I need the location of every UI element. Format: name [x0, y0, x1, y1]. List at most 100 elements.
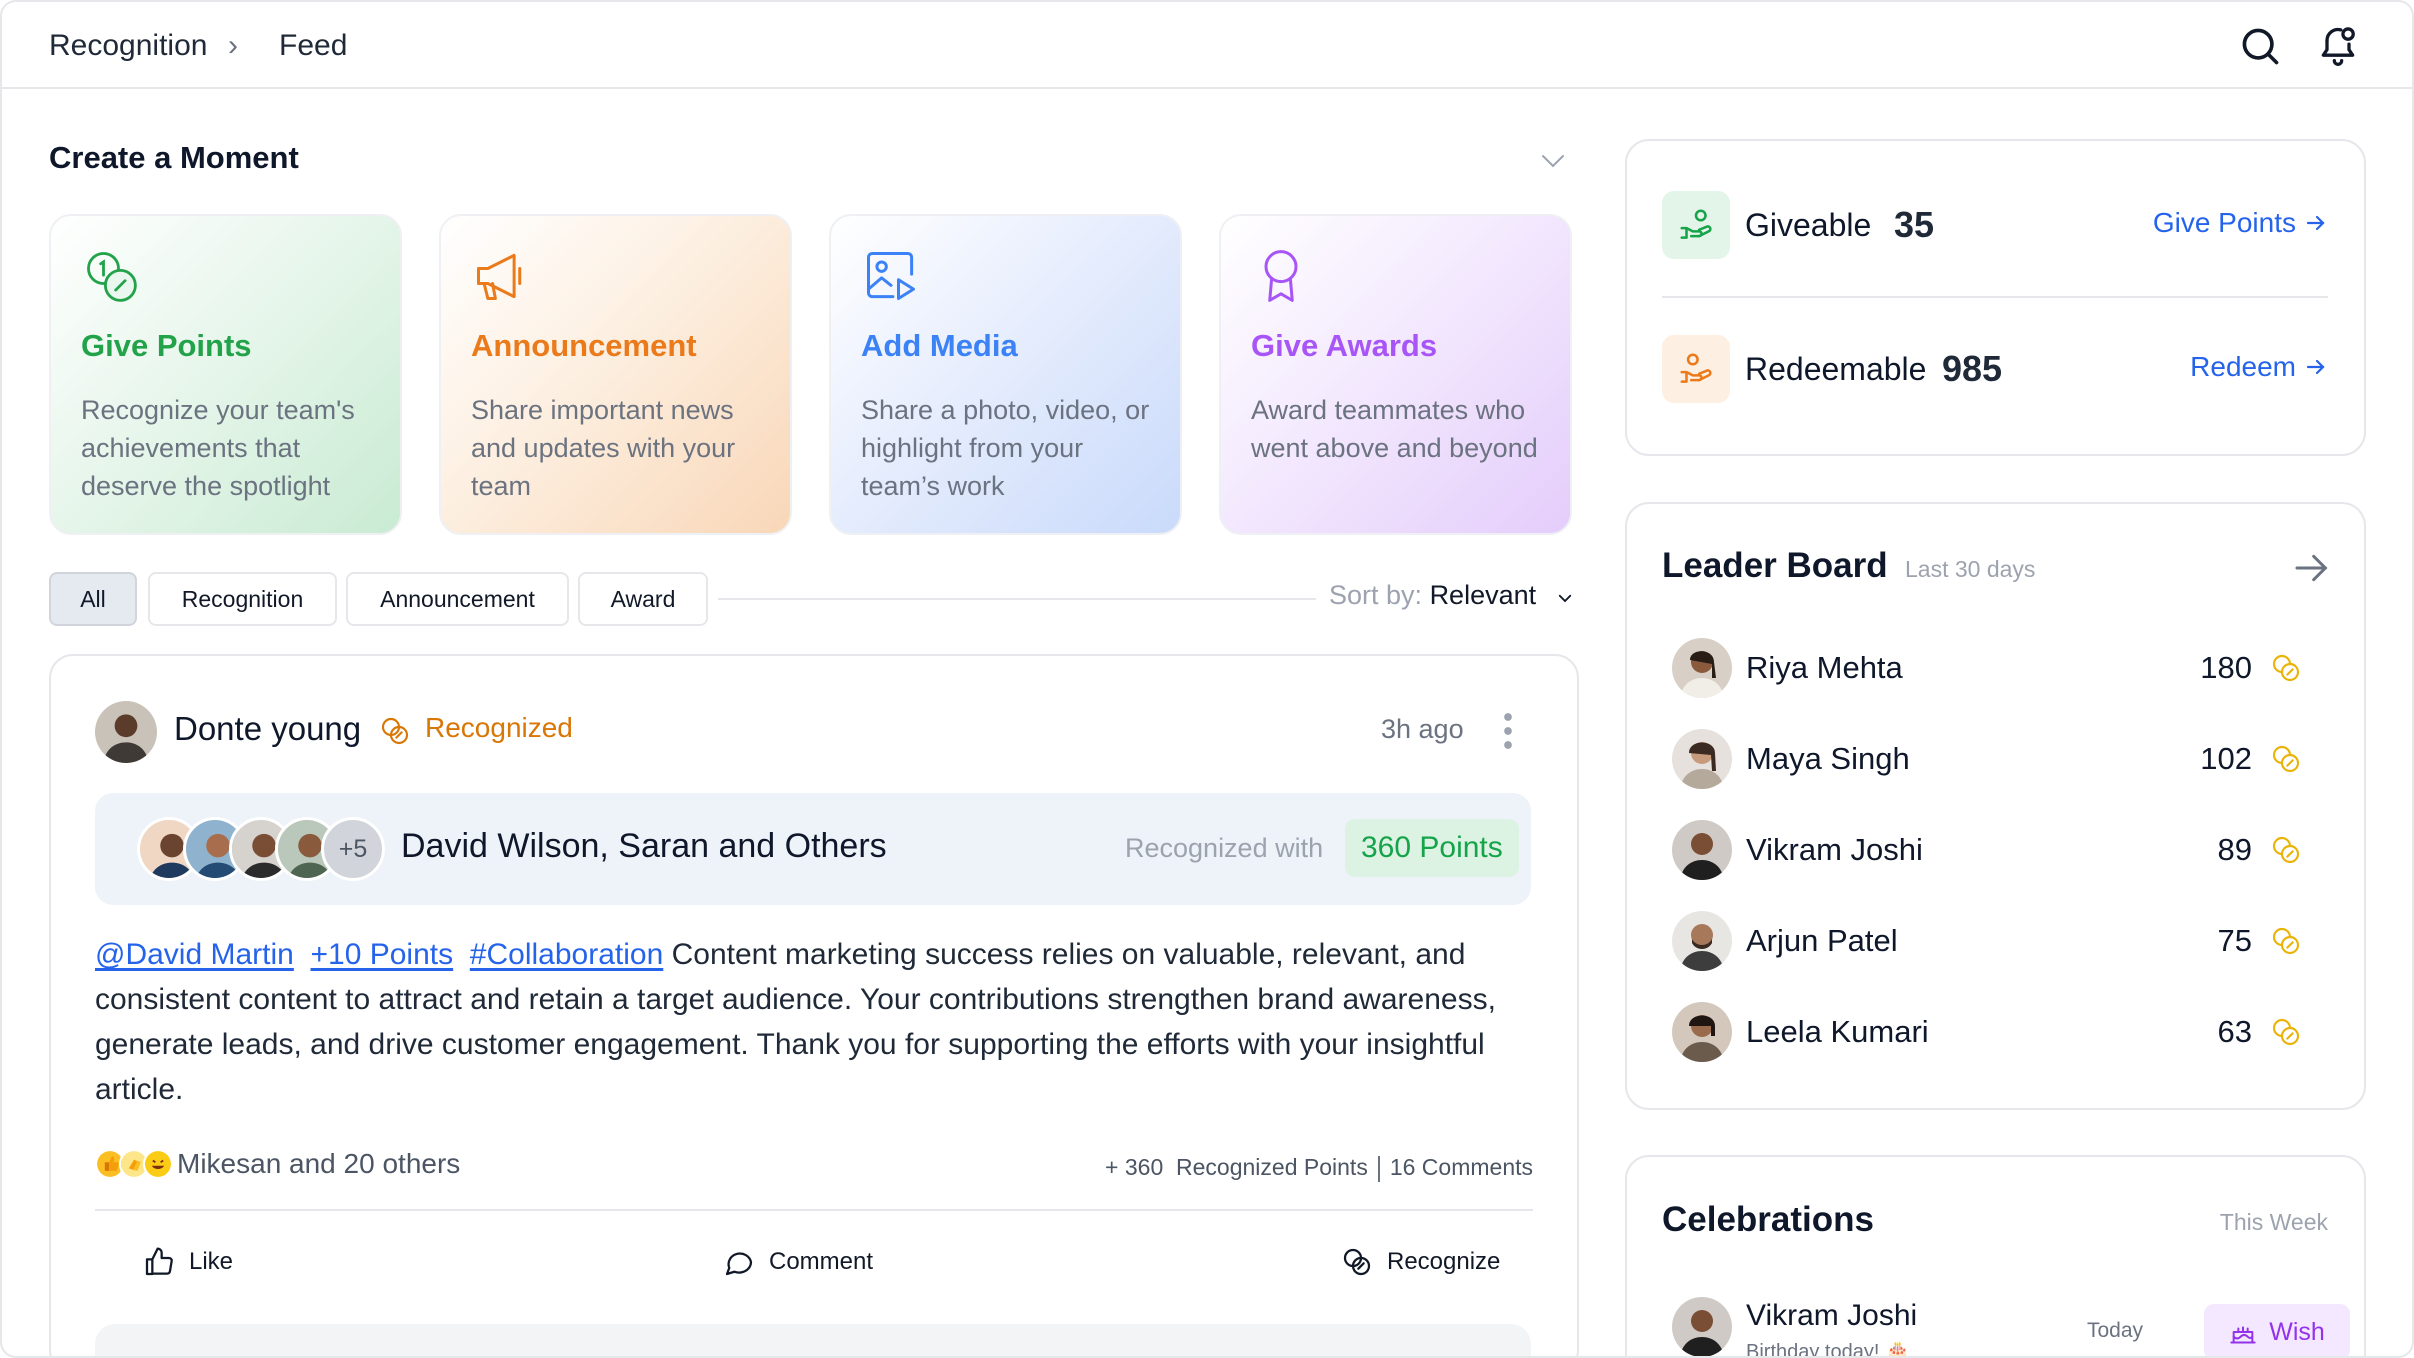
- avatar: [1672, 638, 1732, 698]
- give-awards-card[interactable]: Give Awards Award teammates who went abo…: [1219, 214, 1572, 535]
- give-awards-title: Give Awards: [1251, 328, 1438, 363]
- post-author[interactable]: Donte young: [174, 710, 361, 748]
- hand-coins-icon: [381, 717, 409, 745]
- breadcrumb-separator: ›: [228, 29, 238, 62]
- avatar: [1672, 729, 1732, 789]
- leader-score: 75: [2217, 923, 2252, 958]
- bell-icon[interactable]: [2316, 24, 2360, 68]
- leaderboard-row[interactable]: Riya Mehta 180: [1672, 638, 2322, 702]
- chevron-down-icon[interactable]: [1556, 589, 1574, 607]
- leader-score: 63: [2217, 1014, 2252, 1049]
- celebrations-title: Celebrations: [1662, 1200, 1874, 1239]
- post-body: @David Martin +10 Points #Collaboration …: [95, 932, 1535, 1112]
- redeemable-icon: [1662, 335, 1730, 403]
- celebration-note: Birthday today! 🎂: [1746, 1341, 1910, 1358]
- cake-icon: [2230, 1326, 2256, 1344]
- sort-dropdown[interactable]: Sort by: Relevant: [1329, 580, 1536, 611]
- coin-icon: [2272, 836, 2300, 864]
- like-label: Like: [189, 1248, 234, 1275]
- leaderboard-row[interactable]: Leela Kumari 63: [1672, 1002, 2322, 1066]
- laugh-emoji-icon: [143, 1149, 173, 1179]
- giveable-value: 35: [1894, 204, 1935, 245]
- leaderboard-row[interactable]: Maya Singh 102: [1672, 729, 2322, 793]
- author-avatar[interactable]: [95, 701, 157, 763]
- points-tag-link[interactable]: +10 Points: [311, 938, 454, 971]
- leaderboard-panel: Leader Board Last 30 days Riya Mehta 180…: [1625, 502, 2366, 1110]
- more-vertical-icon[interactable]: [1501, 709, 1515, 753]
- celebration-item: Vikram Joshi Birthday today! 🎂 Today Wis…: [1672, 1297, 2350, 1358]
- stats-points: + 360: [1105, 1154, 1164, 1180]
- arrow-right-icon[interactable]: [2292, 548, 2332, 588]
- avatar: [1672, 1297, 1732, 1356]
- comment-label: Comment: [769, 1248, 874, 1275]
- filter-all[interactable]: All: [49, 572, 137, 626]
- recipient-avatars[interactable]: +5: [137, 817, 387, 881]
- announcement-title: Announcement: [471, 328, 697, 363]
- leaderboard-row[interactable]: Arjun Patel 75: [1672, 911, 2322, 975]
- avatar: [1672, 1002, 1732, 1062]
- sort-value: Relevant: [1429, 580, 1537, 610]
- give-points-link-label: Give Points: [2152, 207, 2296, 238]
- filter-announcement[interactable]: Announcement: [346, 572, 569, 626]
- coin-icon: [2272, 927, 2300, 955]
- celebration-when: Today: [2087, 1319, 2144, 1342]
- give-awards-desc: Award teammates who went above and beyon…: [1251, 395, 1538, 463]
- breadcrumb-current: Feed: [279, 29, 348, 62]
- arrow-right-icon: [2306, 359, 2325, 375]
- wish-button[interactable]: Wish: [2204, 1304, 2350, 1356]
- give-points-desc: Recognize your team's achievements that …: [81, 395, 355, 501]
- breadcrumb-parent[interactable]: Recognition: [49, 26, 207, 66]
- recognize-label: Recognize: [1387, 1248, 1501, 1275]
- comment-button[interactable]: Comment: [723, 1246, 873, 1278]
- redeemable-value: 985: [1942, 348, 2003, 389]
- wish-label: Wish: [2269, 1317, 2325, 1346]
- app-window: Recognition › Feed Create a Moment Give …: [0, 0, 2414, 1358]
- post-time: 3h ago: [1381, 714, 1464, 744]
- filter-award[interactable]: Award: [578, 572, 708, 626]
- reaction-emojis: [95, 1149, 173, 1179]
- comments-count[interactable]: 16 Comments: [1390, 1154, 1533, 1180]
- add-media-title: Add Media: [861, 328, 1018, 363]
- recognition-box: +5 David Wilson, Saran and Others Recogn…: [95, 793, 1531, 905]
- redeem-link-label: Redeem: [2190, 351, 2296, 382]
- give-points-card[interactable]: Give Points Recognize your team's achiev…: [49, 214, 402, 535]
- coin-icon: [2272, 745, 2300, 773]
- like-button[interactable]: Like: [143, 1246, 233, 1278]
- give-points-link[interactable]: Give Points: [2153, 207, 2328, 239]
- leaderboard-title: Leader Board: [1662, 546, 1888, 585]
- celebration-name: Vikram Joshi: [1746, 1299, 1918, 1332]
- comment-input[interactable]: [95, 1324, 1531, 1356]
- hashtag-link[interactable]: #Collaboration: [470, 938, 663, 971]
- filter-recognition[interactable]: Recognition: [148, 572, 337, 626]
- hand-coins-icon: [1343, 1248, 1371, 1276]
- coin-icon: [2272, 654, 2300, 682]
- stats-separator: [1377, 1155, 1380, 1182]
- comment-icon: [725, 1252, 753, 1276]
- post-text: Content marketing success relies on valu…: [95, 938, 1496, 1106]
- chevron-down-icon[interactable]: [1536, 146, 1570, 176]
- leaderboard-subtitle: Last 30 days: [1905, 556, 2036, 582]
- redeem-link[interactable]: Redeem: [2190, 351, 2328, 383]
- announcement-desc: Share important news and updates with yo…: [471, 395, 736, 501]
- coin-icon: [87, 252, 137, 302]
- reactions-summary[interactable]: Mikesan and 20 others: [95, 1148, 460, 1180]
- recognize-button[interactable]: Recognize: [1341, 1246, 1500, 1278]
- announcement-card[interactable]: Announcement Share important news and up…: [439, 214, 792, 535]
- recipient-names[interactable]: David Wilson, Saran and Others: [401, 827, 887, 866]
- search-icon[interactable]: [2238, 24, 2282, 68]
- add-media-card[interactable]: Add Media Share a photo, video, or highl…: [829, 214, 1182, 535]
- image-icon: [867, 252, 915, 300]
- redeemable-label: Redeemable: [1745, 351, 1927, 387]
- reactions-text: Mikesan and 20 others: [177, 1148, 461, 1179]
- feed-post: Donte young Recognized 3h ago +5 David W…: [49, 654, 1579, 1356]
- leaderboard-row[interactable]: Vikram Joshi 89: [1672, 820, 2322, 884]
- megaphone-icon: [477, 253, 522, 300]
- recognized-with-label: Recognized with: [1125, 833, 1324, 863]
- mention-link[interactable]: @David Martin: [95, 938, 294, 971]
- leader-score: 89: [2217, 832, 2252, 867]
- post-action: Recognized: [425, 712, 573, 743]
- leader-name: Maya Singh: [1746, 741, 1910, 776]
- celebrations-period: This Week: [2219, 1209, 2328, 1235]
- giveable-icon: [1662, 191, 1730, 259]
- points-divider: [1662, 296, 2328, 298]
